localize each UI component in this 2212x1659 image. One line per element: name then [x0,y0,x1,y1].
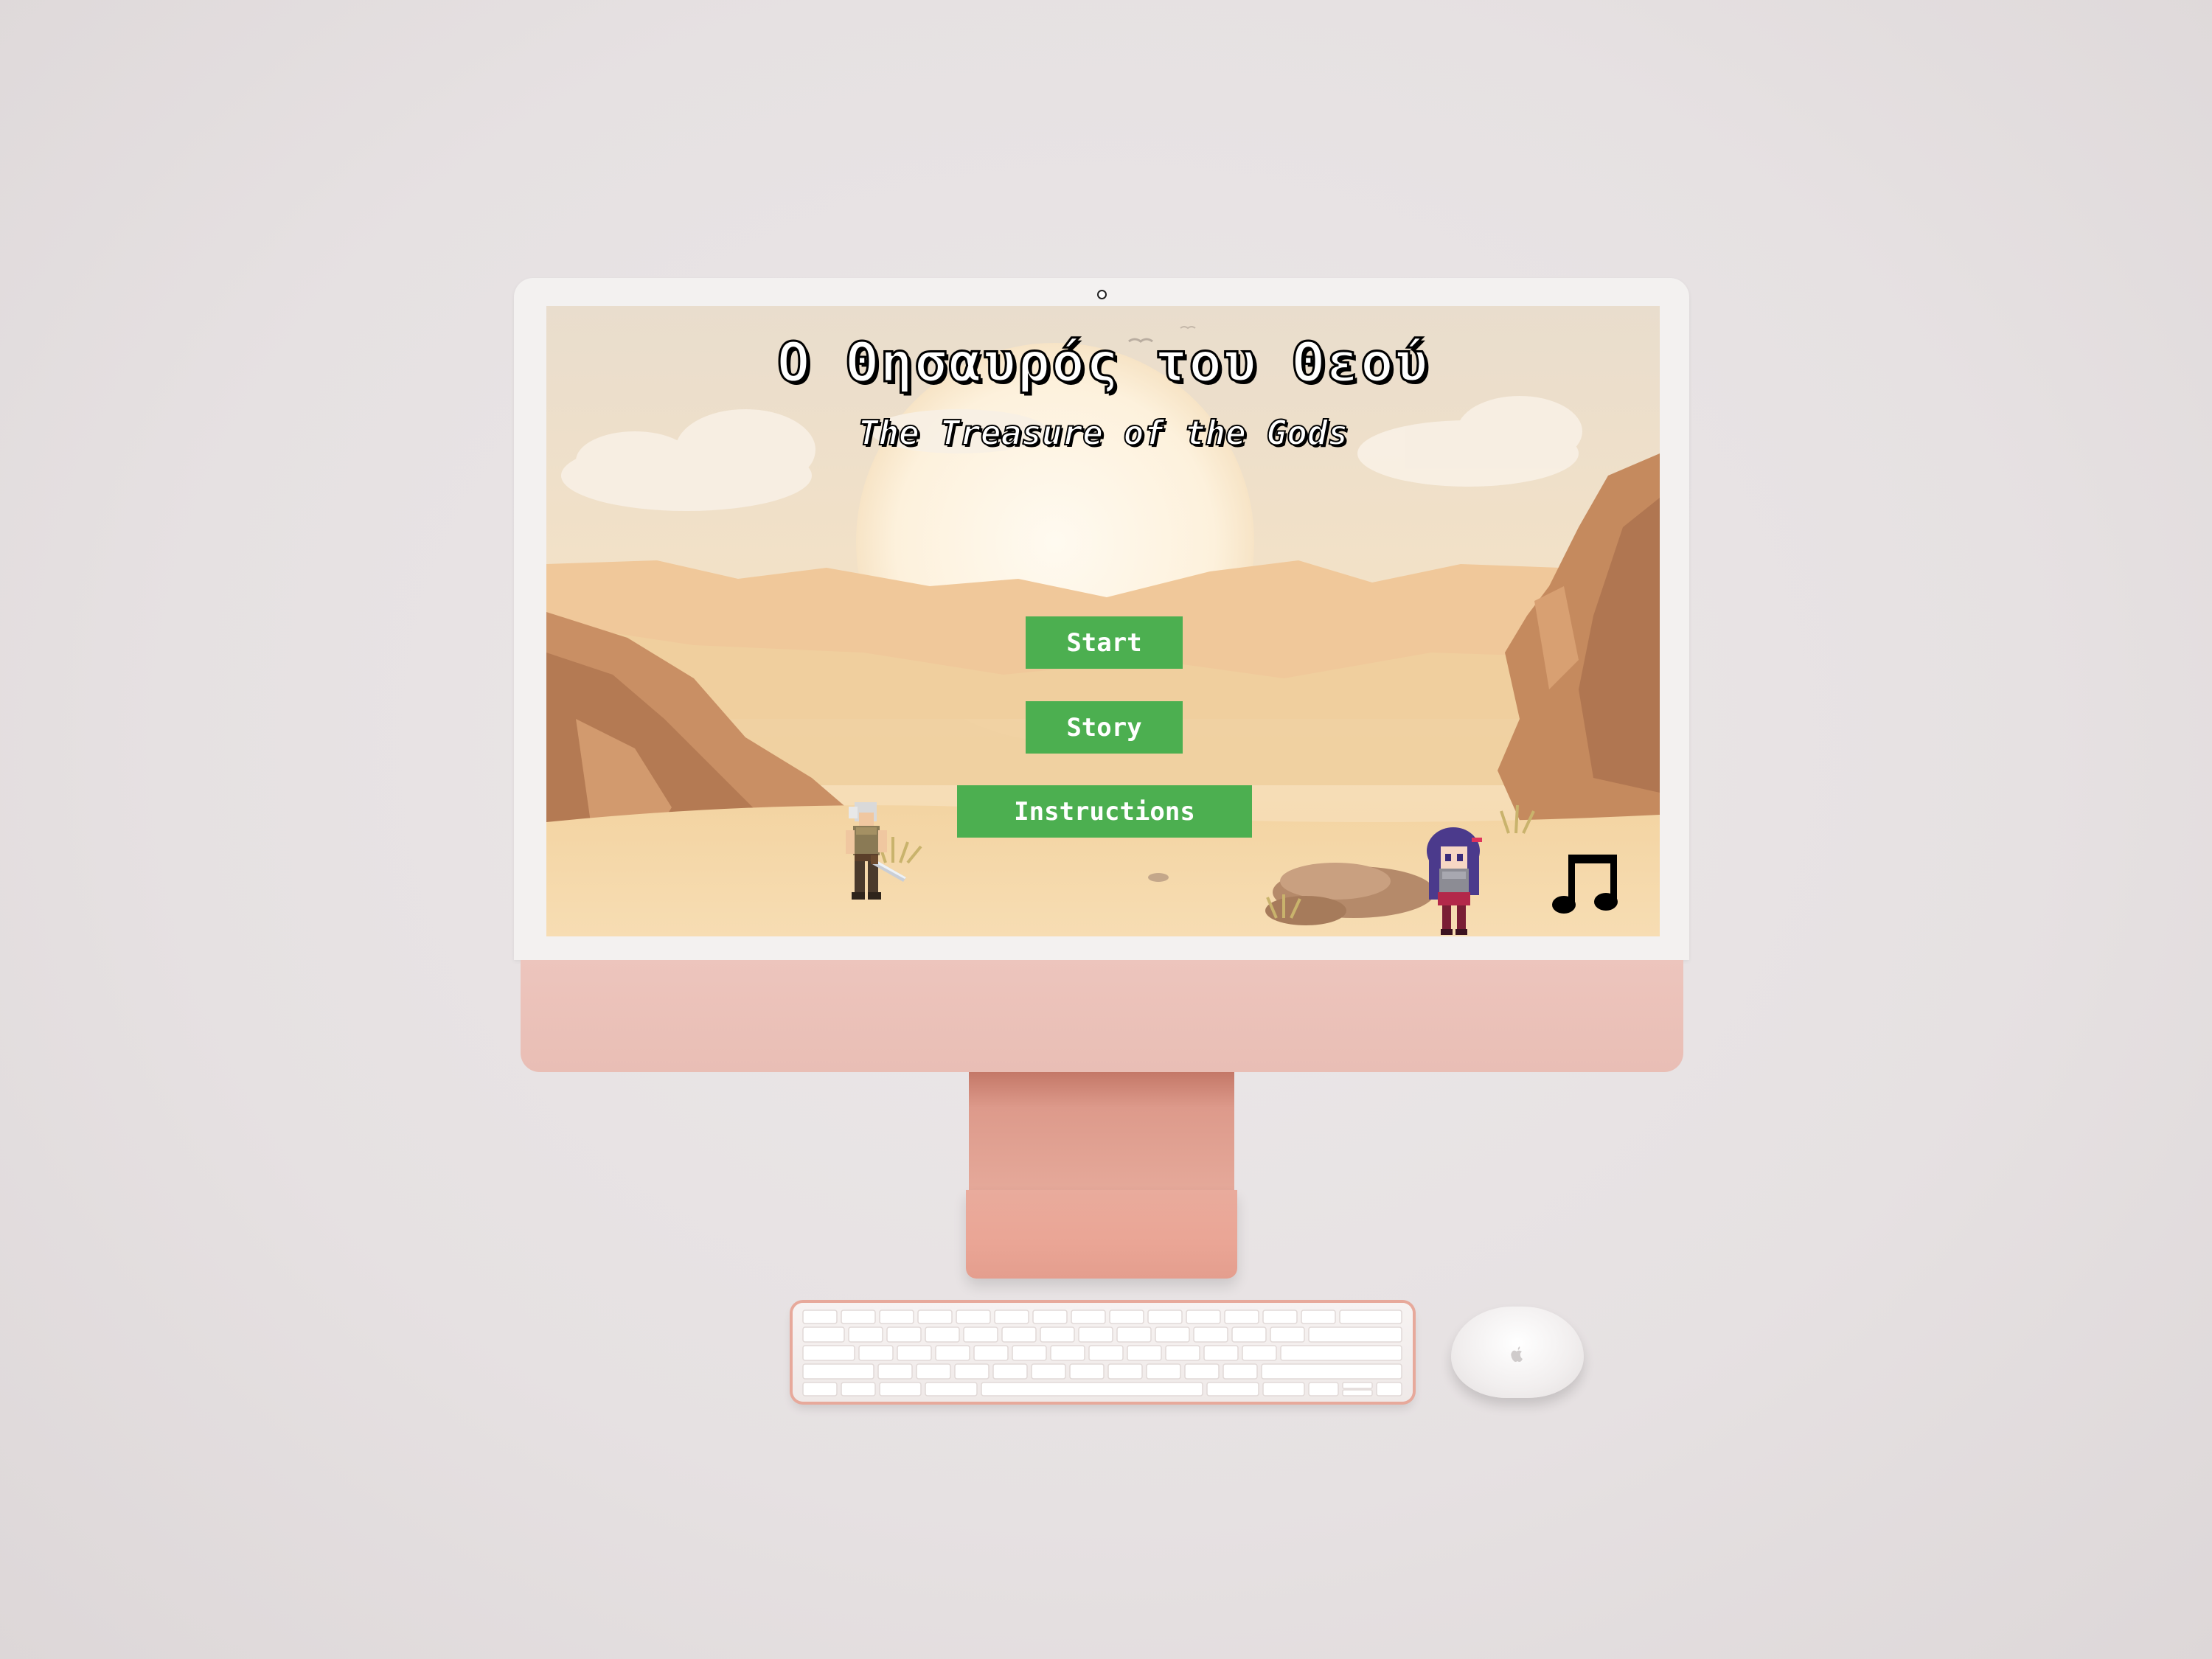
apple-logo-icon [1511,1346,1523,1362]
keyboard [793,1303,1413,1402]
story-button[interactable]: Story [1026,701,1183,754]
imac-stand-neck [969,1072,1234,1192]
keyboard-keys [802,1310,1402,1397]
mouse [1451,1307,1584,1398]
camera-icon [1097,290,1107,299]
start-button[interactable]: Start [1026,616,1183,669]
music-note-icon[interactable] [1551,850,1624,917]
game-screen: Ο Θησαυρός του Θεού The Treasure of the … [546,306,1660,936]
girl-sprite [1427,827,1482,935]
imac-stand-foot [966,1190,1237,1279]
game-title: Ο Θησαυρός του Θεού [776,330,1430,396]
imac-chin [521,960,1683,1072]
instructions-button[interactable]: Instructions [957,785,1252,838]
hero-sprite [846,802,906,900]
game-subtitle: The Treasure of the Gods [858,412,1349,453]
